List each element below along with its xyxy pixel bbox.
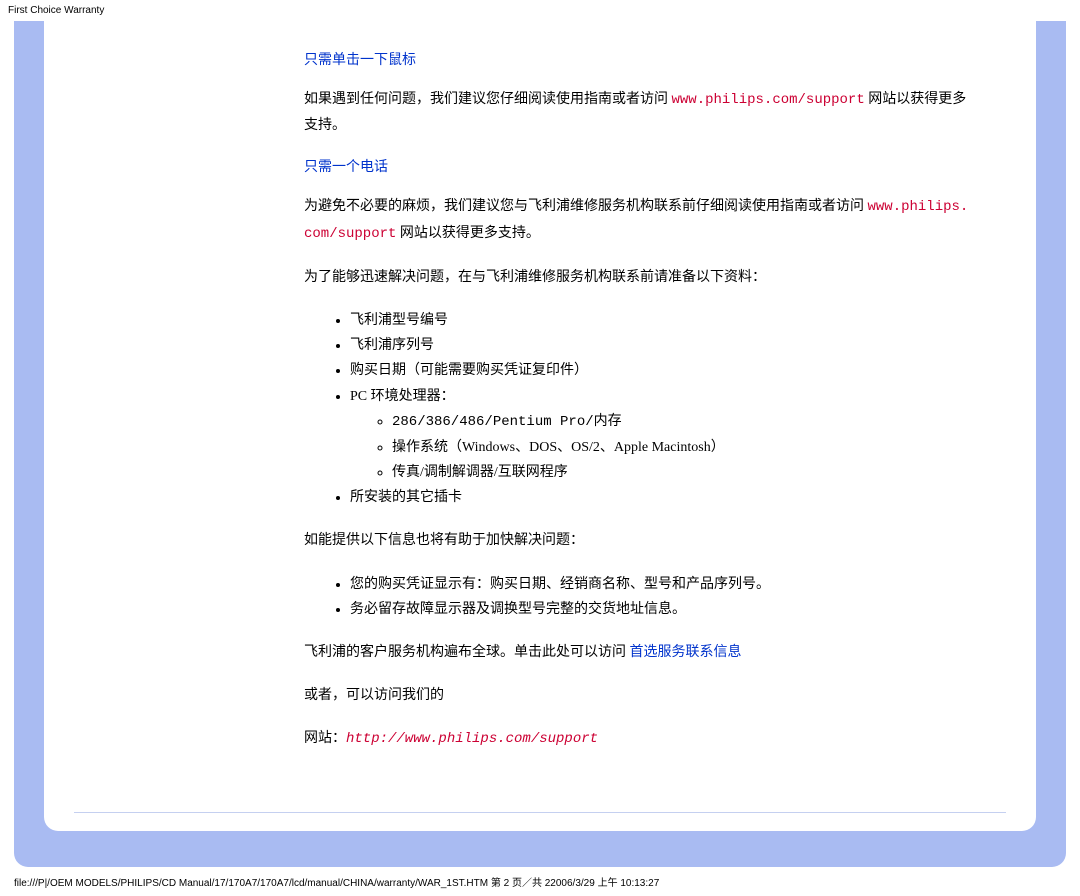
list-item: 务必留存故障显示器及调换型号完整的交货地址信息。 — [350, 597, 976, 622]
paragraph-7: 网站：http://www.philips.com/support — [304, 726, 976, 752]
sublist-text: 286/386/486/Pentium Pro/内存 — [392, 414, 622, 430]
list-item: 飞利浦序列号 — [350, 333, 976, 358]
support-link-1[interactable]: www.philips.com/support — [672, 92, 865, 108]
list-info: 您的购买凭证显示有：购买日期、经销商名称、型号和产品序列号。 务必留存故障显示器… — [304, 572, 976, 622]
paragraph-2: 为避免不必要的麻烦，我们建议您与飞利浦维修服务机构联系前仔细阅读使用指南或者访问… — [304, 194, 976, 246]
list-item-label: PC 环境处理器： — [350, 389, 455, 404]
list-item: 购买日期（可能需要购买凭证复印件） — [350, 358, 976, 383]
para7-text-a: 网站： — [304, 731, 346, 746]
list-item: 286/386/486/Pentium Pro/内存 — [392, 409, 976, 435]
heading-click: 只需单击一下鼠标 — [304, 49, 976, 69]
para2-text-a: 为避免不必要的麻烦，我们建议您与飞利浦维修服务机构联系前仔细阅读使用指南或者访问 — [304, 199, 868, 214]
list-item: 传真/调制解调器/互联网程序 — [392, 460, 976, 485]
support-link-3[interactable]: http://www.philips.com/support — [346, 731, 598, 747]
list-item: 所安装的其它插卡 — [350, 485, 976, 510]
list-item: 飞利浦型号编号 — [350, 308, 976, 333]
para2-text-b: 网站以获得更多支持。 — [396, 226, 540, 241]
list-item: 您的购买凭证显示有：购买日期、经销商名称、型号和产品序列号。 — [350, 572, 976, 597]
para5-text-a: 飞利浦的客户服务机构遍布全球。单击此处可以访问 — [304, 645, 630, 660]
paragraph-4: 如能提供以下信息也将有助于加快解决问题： — [304, 528, 976, 553]
sublist-pc: 286/386/486/Pentium Pro/内存 操作系统（Windows、… — [350, 409, 976, 486]
paragraph-3: 为了能够迅速解决问题，在与飞利浦维修服务机构联系前请准备以下资料： — [304, 265, 976, 290]
page-outer-frame: 只需单击一下鼠标 如果遇到任何问题，我们建议您仔细阅读使用指南或者访问 www.… — [14, 21, 1066, 867]
list-item: PC 环境处理器： 286/386/486/Pentium Pro/内存 操作系… — [350, 384, 976, 486]
page-content-area: 只需单击一下鼠标 如果遇到任何问题，我们建议您仔细阅读使用指南或者访问 www.… — [44, 21, 1036, 831]
paragraph-5: 飞利浦的客户服务机构遍布全球。单击此处可以访问 首选服务联系信息 — [304, 640, 976, 665]
paragraph-1: 如果遇到任何问题，我们建议您仔细阅读使用指南或者访问 www.philips.c… — [304, 87, 976, 138]
footer-file-path: file:///P|/OEM MODELS/PHILIPS/CD Manual/… — [0, 867, 1080, 896]
header-file-path: First Choice Warranty — [0, 0, 1080, 21]
paragraph-6: 或者，可以访问我们的 — [304, 683, 976, 708]
first-choice-contact-link[interactable]: 首选服务联系信息 — [630, 645, 742, 660]
list-materials: 飞利浦型号编号 飞利浦序列号 购买日期（可能需要购买凭证复印件） PC 环境处理… — [304, 308, 976, 511]
list-item: 操作系统（Windows、DOS、OS/2、Apple Macintosh） — [392, 435, 976, 460]
heading-phone: 只需一个电话 — [304, 156, 976, 176]
para1-text-a: 如果遇到任何问题，我们建议您仔细阅读使用指南或者访问 — [304, 92, 672, 107]
